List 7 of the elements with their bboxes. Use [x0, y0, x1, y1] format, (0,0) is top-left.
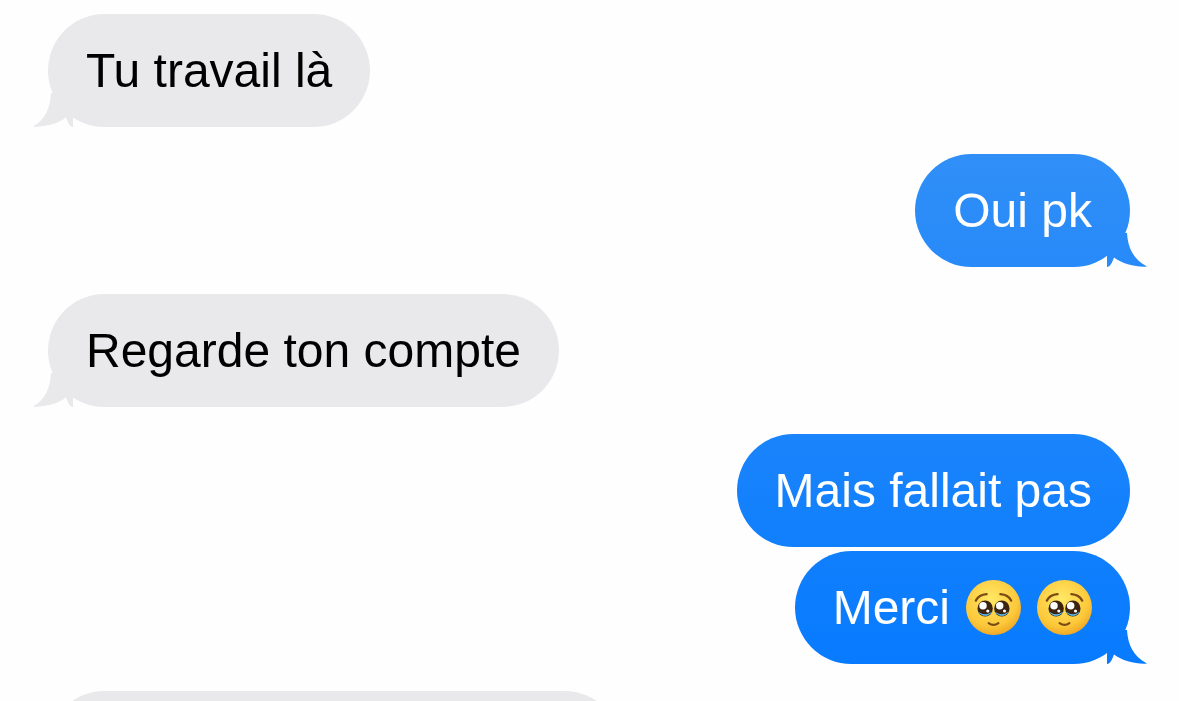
pleading-face-icon — [1037, 580, 1092, 635]
pleading-face-icon — [966, 580, 1021, 635]
message-text: Oui pk — [953, 183, 1092, 239]
message-text: Tu travail là — [86, 43, 333, 99]
message-text: Regarde ton compte — [86, 323, 521, 379]
message-text: Merci — [832, 580, 950, 636]
message-text: Mais fallait pas — [774, 463, 1092, 519]
